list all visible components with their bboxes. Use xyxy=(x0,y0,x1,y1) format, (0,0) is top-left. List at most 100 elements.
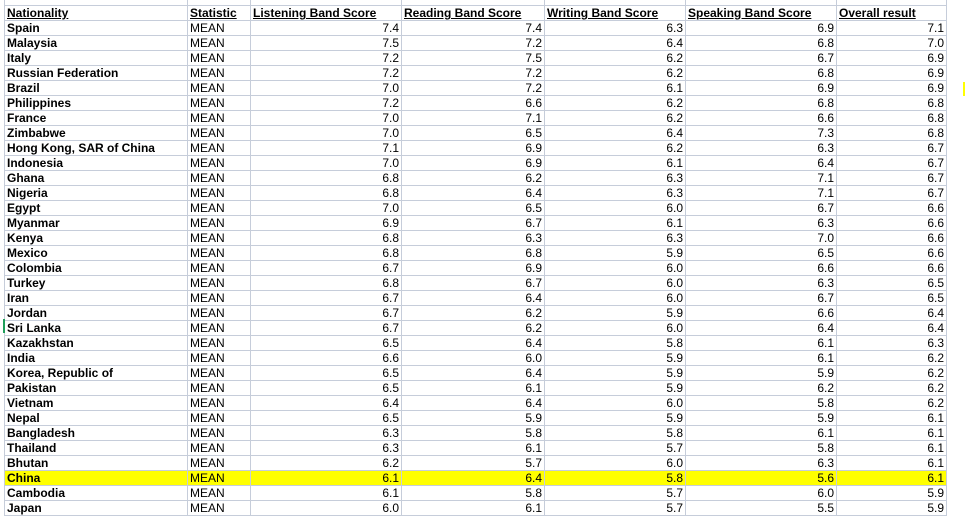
cell-speaking[interactable]: 6.5 xyxy=(685,245,837,261)
cell-overall[interactable]: 6.1 xyxy=(836,440,947,456)
cell-reading[interactable]: 6.7 xyxy=(401,215,545,231)
cell-overall[interactable]: 6.6 xyxy=(836,230,947,246)
cell-writing[interactable]: 6.0 xyxy=(544,260,686,276)
cell-overall[interactable]: 6.1 xyxy=(836,425,947,441)
cell-writing[interactable]: 5.7 xyxy=(544,500,686,516)
cell-overall[interactable]: 6.2 xyxy=(836,395,947,411)
cell-statistic[interactable]: MEAN xyxy=(187,350,251,366)
cell-statistic[interactable]: MEAN xyxy=(187,50,251,66)
cell-speaking[interactable]: 6.9 xyxy=(685,20,837,36)
cell-listening[interactable]: 6.0 xyxy=(250,500,402,516)
cell-statistic[interactable]: MEAN xyxy=(187,485,251,501)
cell-statistic[interactable]: MEAN xyxy=(187,410,251,426)
cell-statistic[interactable]: MEAN xyxy=(187,440,251,456)
cell-statistic[interactable]: MEAN xyxy=(187,230,251,246)
cell-nationality[interactable]: Jordan xyxy=(4,305,188,321)
cell-reading[interactable]: 6.4 xyxy=(401,365,545,381)
cell-writing[interactable]: 5.9 xyxy=(544,380,686,396)
cell-reading[interactable]: 6.5 xyxy=(401,125,545,141)
cell-writing[interactable]: 6.1 xyxy=(544,80,686,96)
cell-writing[interactable]: 6.2 xyxy=(544,50,686,66)
cell-listening[interactable]: 7.0 xyxy=(250,110,402,126)
cell-speaking[interactable]: 6.6 xyxy=(685,110,837,126)
cell-writing[interactable]: 5.9 xyxy=(544,305,686,321)
cell-overall[interactable]: 6.2 xyxy=(836,380,947,396)
cell-statistic[interactable]: MEAN xyxy=(187,110,251,126)
cell-overall[interactable]: 6.6 xyxy=(836,260,947,276)
cell-writing[interactable]: 6.0 xyxy=(544,455,686,471)
cell-reading[interactable]: 6.0 xyxy=(401,350,545,366)
cell-statistic[interactable]: MEAN xyxy=(187,500,251,516)
cell-statistic[interactable]: MEAN xyxy=(187,95,251,111)
cell-speaking[interactable]: 6.1 xyxy=(685,335,837,351)
cell-nationality[interactable]: China xyxy=(4,470,188,486)
cell-nationality[interactable]: Italy xyxy=(4,50,188,66)
cell-writing[interactable]: 6.1 xyxy=(544,215,686,231)
cell-reading[interactable]: 5.8 xyxy=(401,425,545,441)
cell-reading[interactable]: 6.9 xyxy=(401,155,545,171)
cell-speaking[interactable]: 6.3 xyxy=(685,275,837,291)
cell-listening[interactable]: 6.8 xyxy=(250,245,402,261)
cell-writing[interactable]: 5.7 xyxy=(544,485,686,501)
cell-overall[interactable]: 6.1 xyxy=(836,455,947,471)
cell-speaking[interactable]: 5.6 xyxy=(685,470,837,486)
cell-reading[interactable]: 7.4 xyxy=(401,20,545,36)
cell-speaking[interactable]: 6.8 xyxy=(685,35,837,51)
cell-nationality[interactable]: Russian Federation xyxy=(4,65,188,81)
cell-nationality[interactable]: Malaysia xyxy=(4,35,188,51)
cell-listening[interactable]: 6.5 xyxy=(250,380,402,396)
cell-reading[interactable]: 6.3 xyxy=(401,230,545,246)
cell-reading[interactable]: 5.8 xyxy=(401,485,545,501)
cell-overall[interactable]: 6.1 xyxy=(836,470,947,486)
cell-speaking[interactable]: 7.3 xyxy=(685,125,837,141)
cell-speaking[interactable]: 6.6 xyxy=(685,305,837,321)
cell-statistic[interactable]: MEAN xyxy=(187,380,251,396)
cell-overall[interactable]: 6.9 xyxy=(836,65,947,81)
cell-writing[interactable]: 6.4 xyxy=(544,125,686,141)
cell-nationality[interactable]: Cambodia xyxy=(4,485,188,501)
header-overall[interactable]: Overall result xyxy=(836,5,947,21)
cell-writing[interactable]: 6.0 xyxy=(544,200,686,216)
cell-writing[interactable]: 6.2 xyxy=(544,140,686,156)
cell-listening[interactable]: 7.2 xyxy=(250,95,402,111)
cell-writing[interactable]: 6.1 xyxy=(544,155,686,171)
cell-speaking[interactable]: 6.2 xyxy=(685,380,837,396)
cell-nationality[interactable]: Thailand xyxy=(4,440,188,456)
cell-nationality[interactable]: Brazil xyxy=(4,80,188,96)
cell-overall[interactable]: 6.7 xyxy=(836,170,947,186)
cell-listening[interactable]: 6.7 xyxy=(250,290,402,306)
cell-reading[interactable]: 6.6 xyxy=(401,95,545,111)
cell-nationality[interactable]: Philippines xyxy=(4,95,188,111)
cell-overall[interactable]: 6.1 xyxy=(836,410,947,426)
cell-writing[interactable]: 6.4 xyxy=(544,35,686,51)
header-nationality[interactable]: Nationality xyxy=(4,5,188,21)
cell-overall[interactable]: 7.0 xyxy=(836,35,947,51)
cell-statistic[interactable]: MEAN xyxy=(187,470,251,486)
cell-nationality[interactable]: France xyxy=(4,110,188,126)
cell-statistic[interactable]: MEAN xyxy=(187,320,251,336)
cell-nationality[interactable]: Bhutan xyxy=(4,455,188,471)
cell-listening[interactable]: 6.8 xyxy=(250,230,402,246)
cell-writing[interactable]: 5.9 xyxy=(544,350,686,366)
cell-reading[interactable]: 7.5 xyxy=(401,50,545,66)
cell-speaking[interactable]: 6.7 xyxy=(685,290,837,306)
cell-overall[interactable]: 6.9 xyxy=(836,80,947,96)
cell-speaking[interactable]: 6.1 xyxy=(685,425,837,441)
cell-listening[interactable]: 6.9 xyxy=(250,215,402,231)
cell-reading[interactable]: 6.4 xyxy=(401,290,545,306)
cell-writing[interactable]: 6.0 xyxy=(544,290,686,306)
cell-listening[interactable]: 6.7 xyxy=(250,305,402,321)
cell-statistic[interactable]: MEAN xyxy=(187,455,251,471)
cell-speaking[interactable]: 5.5 xyxy=(685,500,837,516)
cell-reading[interactable]: 5.7 xyxy=(401,455,545,471)
cell-reading[interactable]: 7.1 xyxy=(401,110,545,126)
spreadsheet-grid[interactable]: Nationality Statistic Listening Band Sco… xyxy=(4,0,947,516)
cell-writing[interactable]: 6.2 xyxy=(544,95,686,111)
cell-nationality[interactable]: Vietnam xyxy=(4,395,188,411)
cell-nationality[interactable]: Colombia xyxy=(4,260,188,276)
cell-nationality[interactable]: Myanmar xyxy=(4,215,188,231)
cell-reading[interactable]: 6.7 xyxy=(401,275,545,291)
cell-writing[interactable]: 5.8 xyxy=(544,470,686,486)
cell-statistic[interactable]: MEAN xyxy=(187,215,251,231)
cell-statistic[interactable]: MEAN xyxy=(187,425,251,441)
